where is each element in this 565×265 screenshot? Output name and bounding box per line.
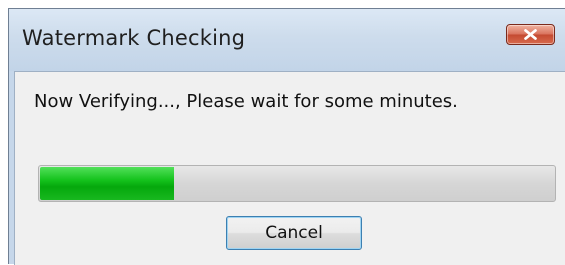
close-button[interactable] xyxy=(506,24,555,45)
status-message: Now Verifying..., Please wait for some m… xyxy=(34,91,458,112)
progress-bar xyxy=(38,165,556,202)
title-bar[interactable]: Watermark Checking xyxy=(9,9,565,71)
dialog-body: Now Verifying..., Please wait for some m… xyxy=(14,71,565,265)
close-icon xyxy=(524,29,537,40)
window-title: Watermark Checking xyxy=(22,26,246,50)
cancel-button[interactable]: Cancel xyxy=(226,216,362,250)
watermark-checking-dialog: Watermark Checking Now Verifying..., Ple… xyxy=(8,8,565,265)
progress-bar-fill xyxy=(40,167,174,200)
